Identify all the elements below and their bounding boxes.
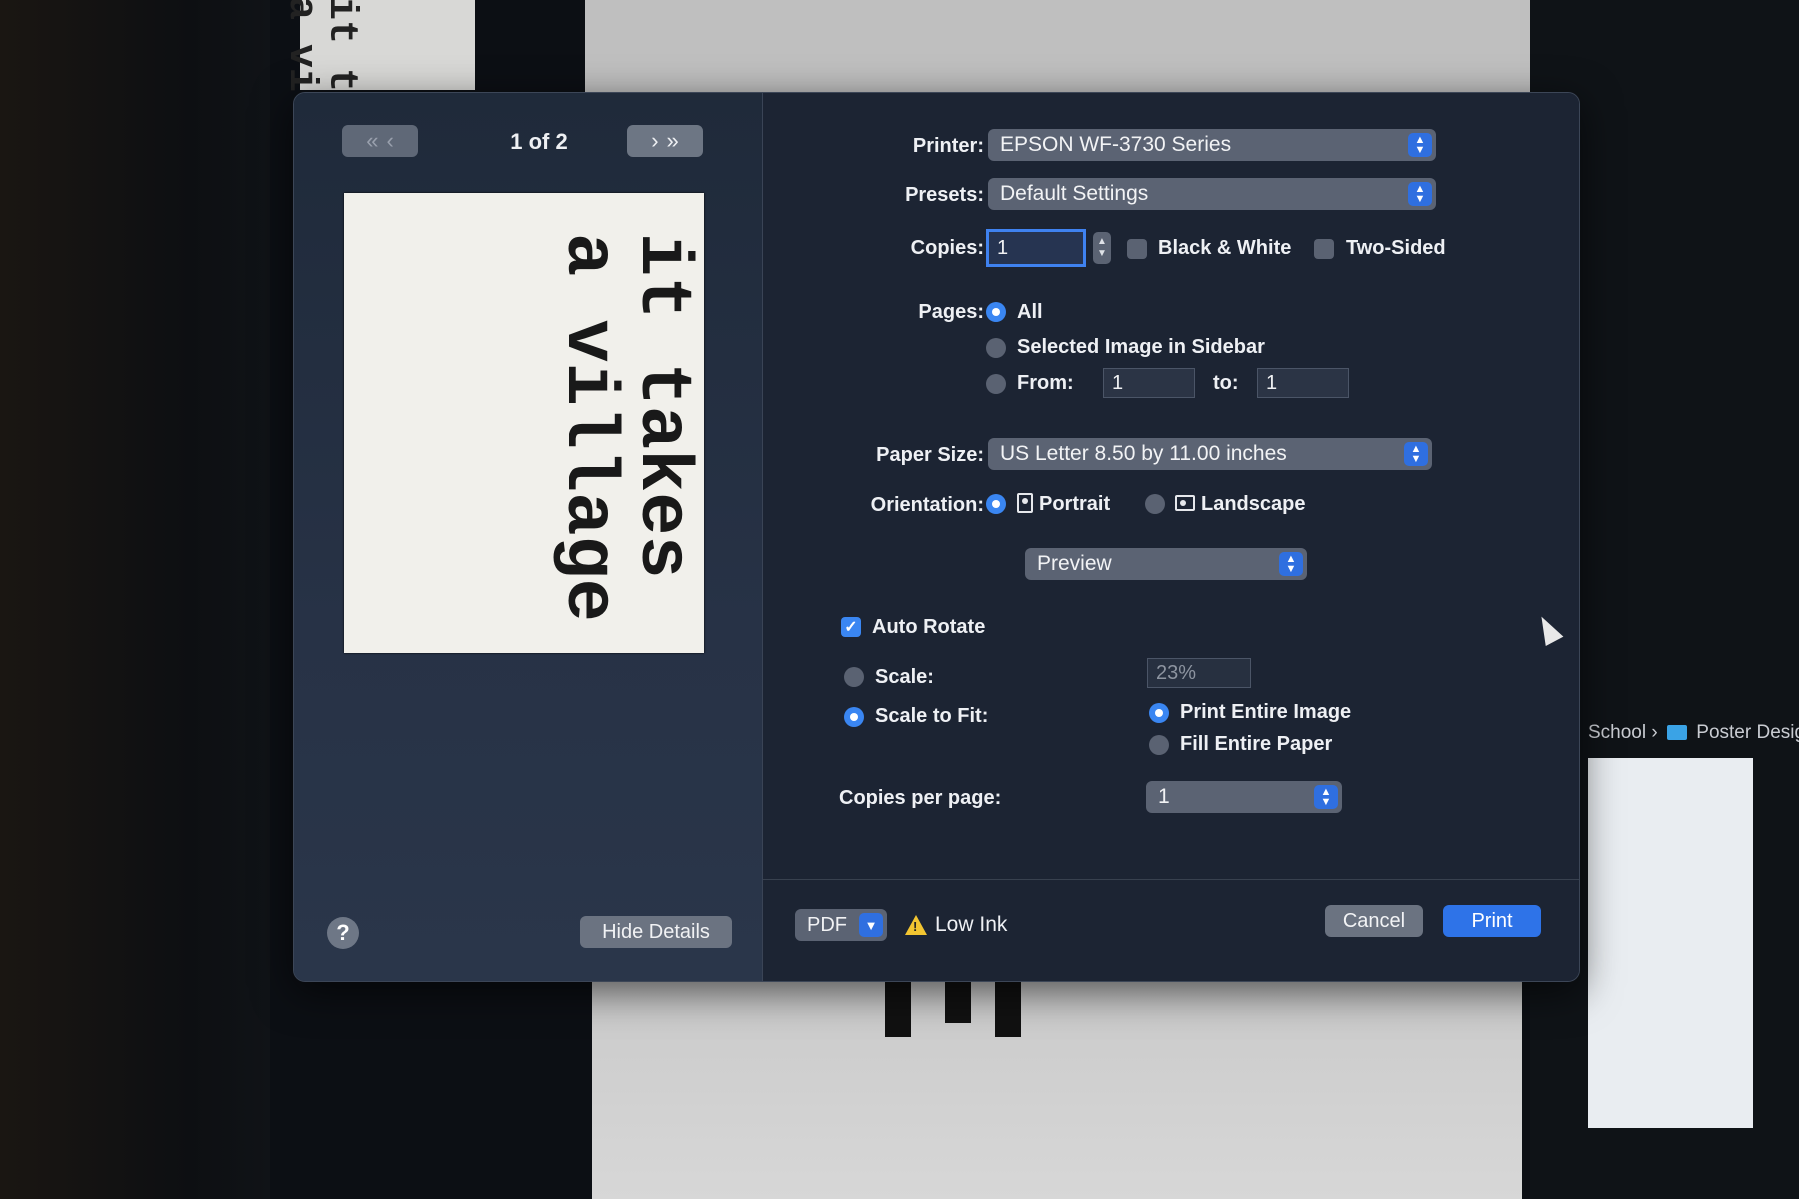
printer-value: EPSON WF-3730 Series [1000, 133, 1232, 156]
printer-select[interactable]: EPSON WF-3730 Series ▲ ▼ [988, 129, 1436, 161]
orientation-label: Orientation: [870, 494, 984, 516]
fill-entire-paper-label: Fill Entire Paper [1180, 733, 1333, 755]
auto-rotate-label: Auto Rotate [872, 616, 986, 638]
landscape-icon [1175, 495, 1195, 511]
warning-icon: ! [905, 915, 927, 935]
printer-label: Printer: [912, 135, 984, 157]
two-sided-label: Two-Sided [1346, 237, 1446, 259]
next-page-icon[interactable]: › [651, 128, 658, 154]
paper-size-select[interactable]: US Letter 8.50 by 11.00 inches ▲ ▼ [988, 438, 1432, 470]
pdf-label: PDF [807, 913, 847, 936]
portrait-icon [1017, 493, 1033, 513]
hide-details-button[interactable]: Hide Details [580, 916, 732, 948]
pages-range-radio[interactable] [986, 374, 1006, 394]
print-entire-image-label: Print Entire Image [1180, 701, 1352, 723]
preview-text: it takes a village [547, 233, 703, 622]
select-arrows-icon: ▲ ▼ [1404, 442, 1428, 466]
pages-label: Pages: [918, 301, 984, 323]
two-sided-checkbox[interactable] [1314, 239, 1334, 259]
from-page-input[interactable]: 1 [1103, 368, 1195, 398]
page-count: 1 of 2 [510, 129, 568, 154]
select-arrows-icon: ▲ ▼ [1314, 785, 1338, 809]
background-strip-text: it t a vi [278, 0, 363, 93]
finder-breadcrumb: School › Poster Desig [1588, 722, 1799, 744]
black-white-checkbox[interactable] [1127, 239, 1147, 259]
background-ink-mark [945, 975, 971, 1023]
select-arrows-icon: ▲ ▼ [1408, 182, 1432, 206]
page-preview-thumbnail[interactable]: it takes a village [344, 193, 704, 653]
copies-label: Copies: [910, 237, 984, 259]
landscape-option: Landscape [1175, 493, 1305, 516]
warning-glyph: ! [913, 919, 918, 934]
pages-selected-radio[interactable] [986, 338, 1006, 358]
breadcrumb-folder[interactable]: Poster Desig [1696, 722, 1799, 743]
background-document-bottom [592, 965, 1522, 1199]
background-left [0, 0, 270, 1199]
copies-stepper[interactable]: ▲ ▼ [1093, 232, 1111, 264]
scale-to-fit-radio[interactable] [844, 707, 864, 727]
scale-radio[interactable] [844, 667, 864, 687]
to-page-input[interactable]: 1 [1257, 368, 1349, 398]
auto-rotate-checkbox[interactable]: ✓ [841, 617, 861, 637]
first-page-icon[interactable]: « [366, 128, 378, 154]
cancel-button[interactable]: Cancel [1325, 905, 1423, 937]
portrait-radio[interactable] [986, 494, 1006, 514]
copies-input[interactable]: 1 [986, 229, 1086, 267]
chevron-down-icon: ▼ [859, 913, 883, 937]
pages-to-label: to: [1213, 372, 1239, 394]
breadcrumb-school[interactable]: School [1588, 722, 1646, 743]
pages-all-radio[interactable] [986, 302, 1006, 322]
folder-icon [1667, 725, 1687, 740]
paper-size-label: Paper Size: [876, 444, 984, 466]
background-document-strip: it t a vi [278, 0, 475, 92]
portrait-label: Portrait [1039, 493, 1111, 515]
scale-label: Scale: [875, 666, 934, 688]
print-button[interactable]: Print [1443, 905, 1541, 937]
breadcrumb-separator: › [1651, 722, 1658, 743]
previous-page-icon[interactable]: ‹ [386, 128, 393, 154]
preview-sidebar: « ‹ 1 of 2 › » it takes a village ? Hide… [294, 93, 763, 981]
footer-divider [763, 879, 1579, 880]
presets-select[interactable]: Default Settings ▲ ▼ [988, 178, 1436, 210]
copies-per-page-value: 1 [1158, 785, 1170, 808]
select-arrows-icon: ▲ ▼ [1279, 552, 1303, 576]
presets-label: Presets: [905, 184, 984, 206]
pdf-menu-button[interactable]: PDF ▼ [795, 909, 887, 941]
background-document-top [585, 0, 1530, 95]
section-select-value: Preview [1037, 552, 1112, 575]
section-select[interactable]: Preview ▲ ▼ [1025, 548, 1307, 580]
pages-selected-label: Selected Image in Sidebar [1017, 336, 1265, 358]
scale-input[interactable]: 23% [1147, 658, 1251, 688]
select-arrows-icon: ▲ ▼ [1408, 133, 1432, 157]
background-ink-mark [995, 975, 1021, 1037]
page-nav-back-group: « ‹ [342, 125, 418, 157]
background-ink-mark [885, 975, 911, 1037]
last-page-icon[interactable]: » [667, 128, 679, 154]
pages-from-label: From: [1017, 372, 1074, 394]
copies-per-page-select[interactable]: 1 ▲ ▼ [1146, 781, 1342, 813]
black-white-label: Black & White [1158, 237, 1292, 259]
copies-per-page-label: Copies per page: [839, 787, 1002, 809]
scale-to-fit-label: Scale to Fit: [875, 705, 989, 727]
finder-panel [1588, 758, 1753, 1128]
presets-value: Default Settings [1000, 182, 1149, 205]
pages-all-label: All [1017, 301, 1043, 323]
landscape-radio[interactable] [1145, 494, 1165, 514]
print-dialog: « ‹ 1 of 2 › » it takes a village ? Hide… [293, 92, 1580, 982]
print-entire-image-radio[interactable] [1149, 703, 1169, 723]
low-ink-status[interactable]: Low Ink [935, 913, 1007, 937]
landscape-label: Landscape [1201, 493, 1306, 515]
paper-size-value: US Letter 8.50 by 11.00 inches [1000, 442, 1287, 465]
help-button[interactable]: ? [327, 917, 359, 949]
page-nav-forward-group: › » [627, 125, 703, 157]
portrait-option: Portrait [1017, 493, 1110, 516]
fill-entire-paper-radio[interactable] [1149, 735, 1169, 755]
print-settings: Printer: EPSON WF-3730 Series ▲ ▼ Presets… [763, 93, 1579, 981]
